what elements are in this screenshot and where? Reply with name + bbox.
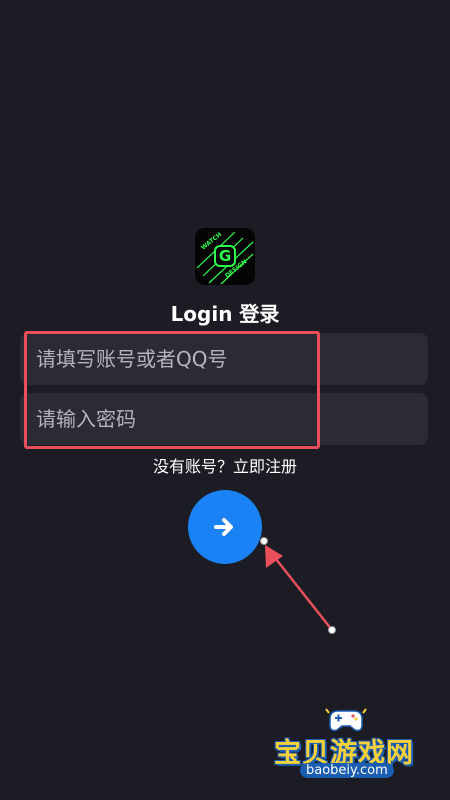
site-watermark: 宝贝游戏网 baobeiy.com	[272, 705, 432, 785]
login-screen: WATCH DESIGN G Login 登录 没有账号？立即注册	[0, 0, 450, 800]
watch-designer-logo-icon: WATCH DESIGN G	[195, 228, 255, 285]
password-input[interactable]	[34, 392, 428, 446]
password-field-container	[20, 392, 428, 446]
account-field-container	[20, 332, 428, 386]
arrow-tail-handle	[328, 626, 336, 634]
submit-button[interactable]	[188, 490, 262, 564]
svg-text:G: G	[219, 247, 231, 265]
login-title: Login 登录	[170, 302, 280, 326]
arrow-head-handle	[260, 537, 268, 545]
arrow-right-icon	[214, 518, 233, 536]
arrowhead-icon	[265, 545, 283, 568]
register-link[interactable]: 没有账号？立即注册	[0, 453, 450, 477]
app-logo: WATCH DESIGN G	[195, 228, 255, 285]
account-input[interactable]	[34, 332, 428, 386]
watermark-domain: baobeiy.com	[300, 763, 394, 778]
